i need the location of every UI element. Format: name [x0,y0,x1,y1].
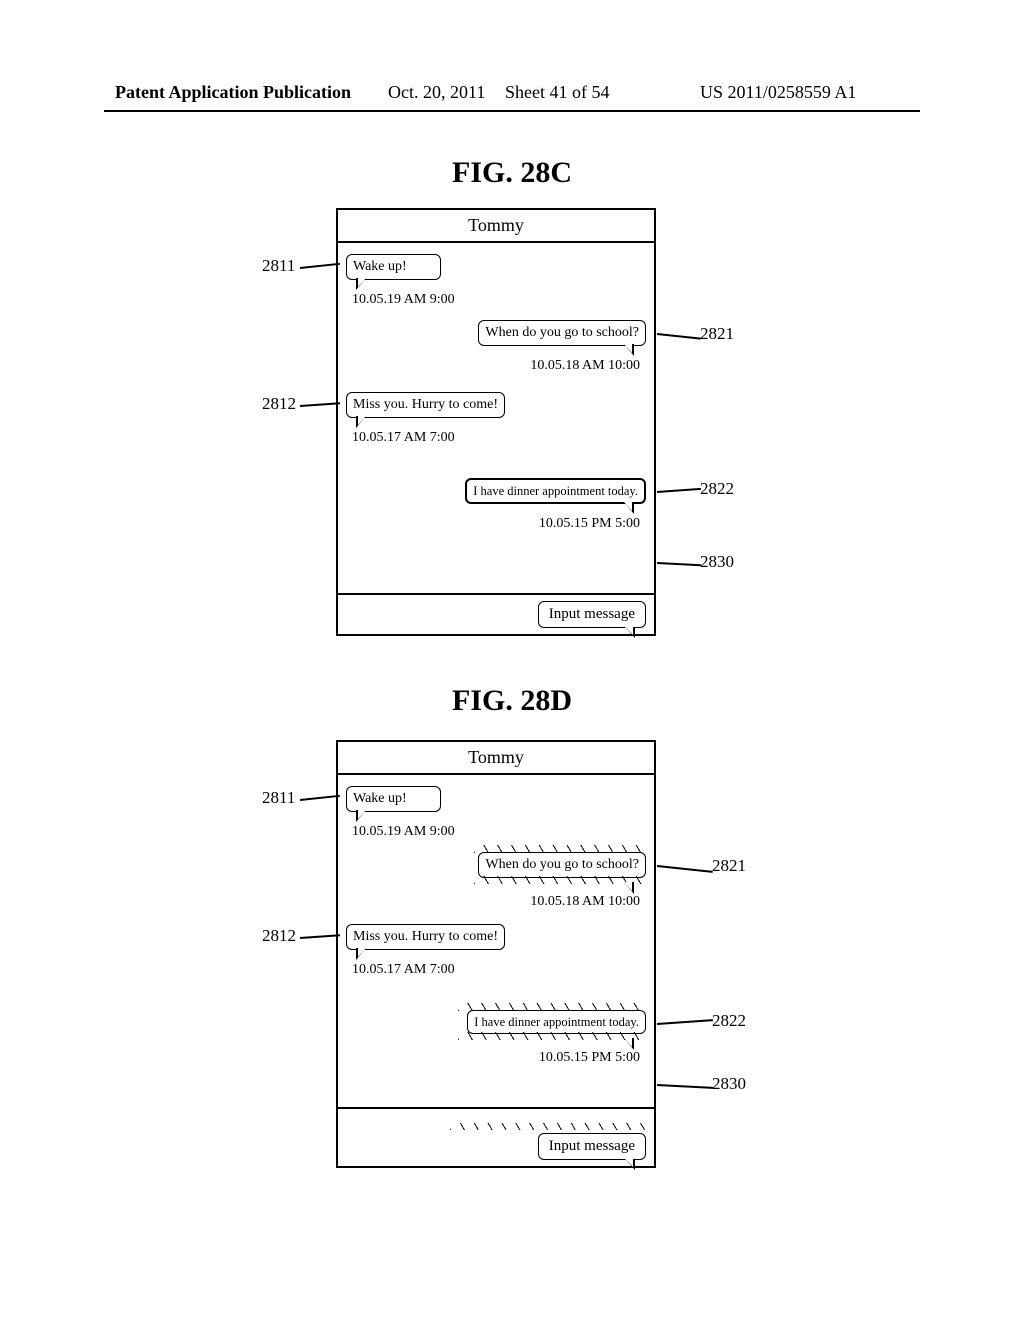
leader-line [300,263,340,269]
leader-line [300,795,340,801]
msg-text: Wake up! [353,259,407,274]
input-bar-2830: Input message [338,1107,654,1166]
msg-bubble-2822: I have dinner appointment today. [465,478,646,504]
bubble-tail-icon [356,278,366,290]
msg-bubble-2811: Wake up! [346,786,441,812]
msg-text: I have dinner appointment today. [474,1015,639,1029]
header-pub: Patent Application Publication [115,82,351,103]
leader-line [657,1084,713,1088]
msg-bubble-2821: When do you go to school? [478,320,646,346]
bubble-tail-icon [624,1038,634,1050]
input-placeholder: Input message [549,606,635,622]
phone-28c: Tommy Wake up! 10.05.19 AM 9:00 When do … [336,208,656,636]
leader-line [657,562,701,566]
msg-text: Miss you. Hurry to come! [353,929,498,944]
figure-28d-title: FIG. 28D [0,684,1024,718]
msg-bubble-2822: I have dinner appointment today. [467,1010,646,1034]
leader-line [300,934,340,938]
msg-text: When do you go to school? [485,857,639,872]
msg-text: I have dinner appointment today. [473,484,638,498]
input-message-bubble[interactable]: Input message [538,601,646,628]
bubble-tail-icon [625,627,635,638]
leader-line [657,488,701,493]
hatch-top-icon [450,1123,646,1130]
header-date: Oct. 20, 2011 [388,82,485,103]
header-rule [104,110,920,112]
figure-28c-title: FIG. 28C [0,156,1024,190]
header-patent-number: US 2011/0258559 A1 [700,82,856,103]
msg-timestamp: 10.05.18 AM 10:00 [530,894,640,910]
msg-timestamp: 10.05.17 AM 7:00 [352,430,455,446]
msg-bubble-2812: Miss you. Hurry to come! [346,392,505,418]
msg-timestamp: 10.05.15 PM 5:00 [539,516,640,532]
msg-timestamp: 10.05.17 AM 7:00 [352,962,455,978]
bubble-tail-icon [356,416,366,428]
msg-timestamp: 10.05.18 AM 10:00 [530,358,640,374]
msg-text: Miss you. Hurry to come! [353,397,498,412]
msg-bubble-2821: When do you go to school? [478,852,646,878]
bubble-tail-icon [356,948,366,960]
leader-line [657,333,701,339]
contact-name: Tommy [338,742,654,775]
input-message-bubble[interactable]: Input message [538,1133,646,1160]
hatch-bottom-icon [458,1032,646,1040]
input-placeholder: Input message [549,1138,635,1154]
msg-bubble-2812: Miss you. Hurry to come! [346,924,505,950]
bubble-tail-icon [624,502,634,514]
msg-timestamp: 10.05.19 AM 9:00 [352,292,455,308]
contact-name: Tommy [338,210,654,243]
hatch-bottom-icon [474,876,646,884]
header-sheet: Sheet 41 of 54 [505,82,609,103]
bubble-tail-icon [625,1159,635,1170]
bubble-tail-icon [624,882,634,894]
leader-line [300,402,340,406]
bubble-tail-icon [624,344,634,356]
msg-text: Wake up! [353,791,407,806]
leader-line [657,865,713,872]
msg-text: When do you go to school? [485,325,639,340]
msg-bubble-2811: Wake up! [346,254,441,280]
input-bar-2830: Input message [338,593,654,634]
leader-line [657,1019,713,1024]
bubble-tail-icon [356,810,366,822]
phone-28d: Tommy Wake up! 10.05.19 AM 9:00 When do … [336,740,656,1168]
msg-timestamp: 10.05.19 AM 9:00 [352,824,455,840]
msg-timestamp: 10.05.15 PM 5:00 [539,1050,640,1066]
